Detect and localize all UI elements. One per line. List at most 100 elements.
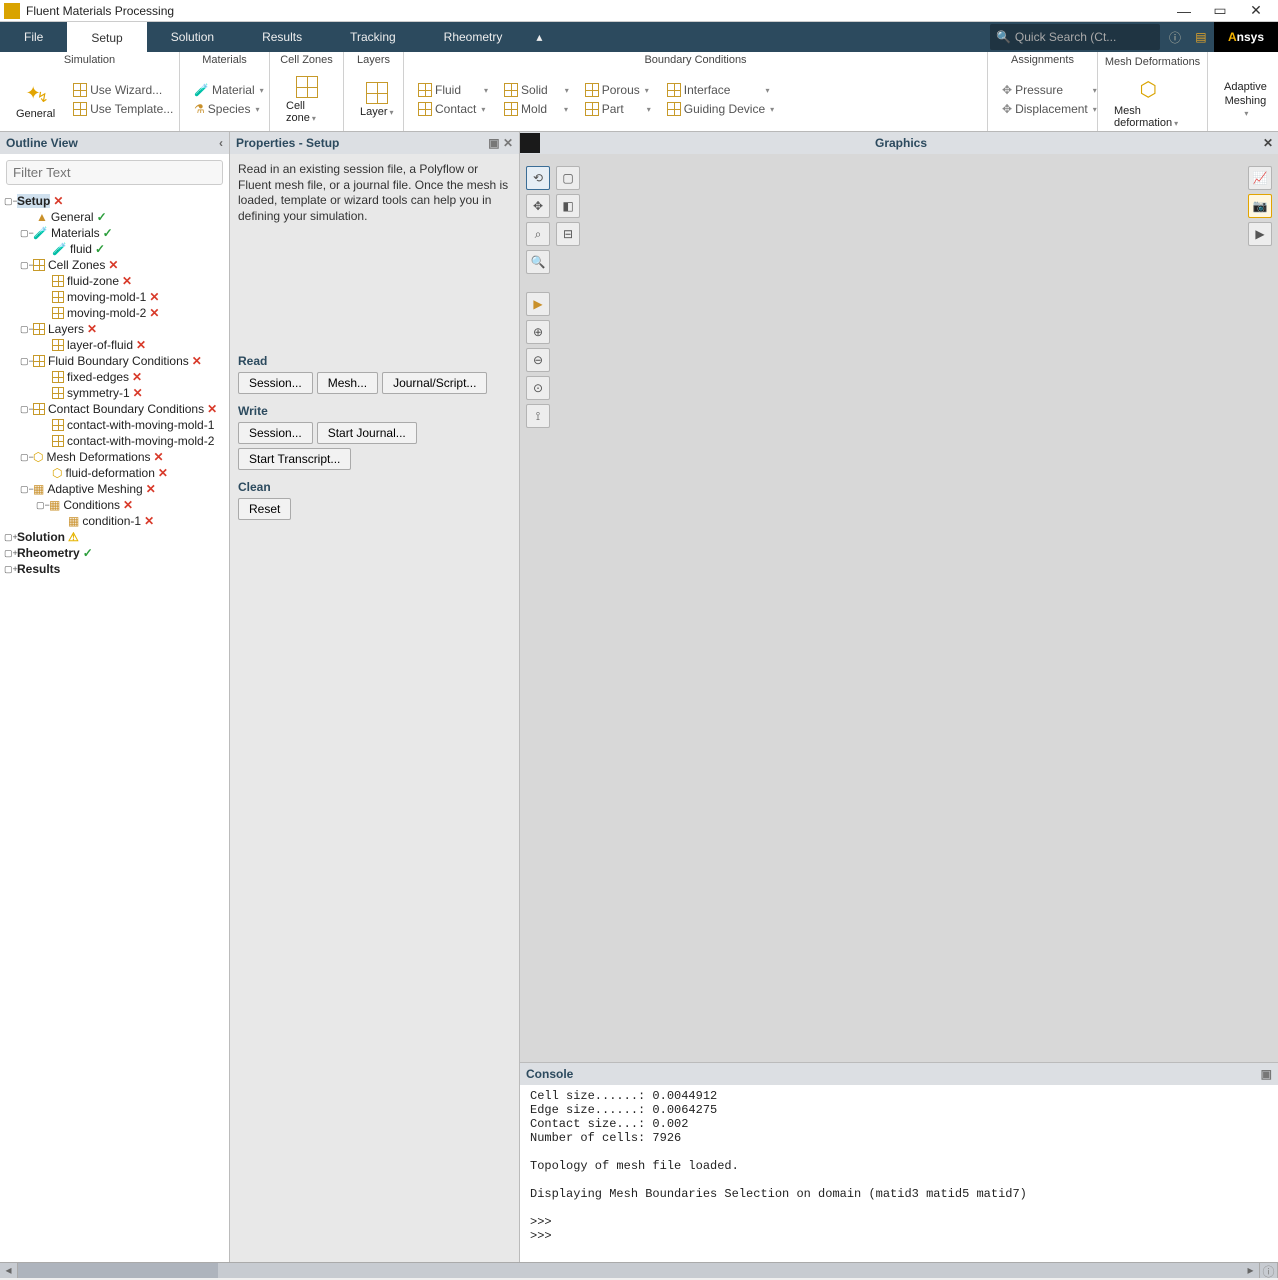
tree-cbc[interactable]: Contact Boundary Conditions xyxy=(48,402,204,416)
console-popout-icon[interactable]: ▣ xyxy=(1261,1067,1272,1081)
read-mesh-button[interactable]: Mesh... xyxy=(317,372,378,394)
expand-icon[interactable]: ▢− xyxy=(20,404,30,415)
fit-view-button[interactable]: ⟲ xyxy=(526,166,550,190)
layout-1-button[interactable]: ▢ xyxy=(556,166,580,190)
expand-icon[interactable]: ▢− xyxy=(20,452,30,463)
menu-rheometry[interactable]: Rheometry xyxy=(420,22,527,52)
layer-button[interactable]: Layer▾ xyxy=(350,70,404,129)
menu-file[interactable]: File xyxy=(0,22,67,52)
layout-2-button[interactable]: ◧ xyxy=(556,194,580,218)
tree-adaptive[interactable]: Adaptive Meshing xyxy=(47,482,142,496)
bc-solid-button[interactable]: Solid▾ xyxy=(500,82,573,98)
general-button[interactable]: ✦ ↯ General xyxy=(6,70,65,129)
displacement-button[interactable]: ✥Displacement▾ xyxy=(998,101,1101,117)
tree-fixededges[interactable]: fixed-edges xyxy=(67,370,129,384)
snapshot-button[interactable]: 📷 xyxy=(1248,194,1272,218)
cellzone-button[interactable]: Cell zone▾ xyxy=(276,70,337,129)
maximize-button[interactable]: ▭ xyxy=(1202,2,1238,19)
tree-meshdef[interactable]: Mesh Deformations xyxy=(46,450,150,464)
tree-mmold1[interactable]: moving-mold-1 xyxy=(67,290,146,304)
quick-search[interactable]: 🔍 Quick Search (Ct... xyxy=(990,24,1160,50)
menu-setup[interactable]: Setup xyxy=(67,22,146,52)
tree-fluiddef[interactable]: fluid-deformation xyxy=(65,466,154,480)
write-session-button[interactable]: Session... xyxy=(238,422,313,444)
reset-button[interactable]: Reset xyxy=(238,498,291,520)
tree-results[interactable]: Results xyxy=(17,562,60,576)
bc-fluid-button[interactable]: Fluid▾ xyxy=(414,82,492,98)
tree-fluid[interactable]: fluid xyxy=(70,242,92,256)
read-journal-button[interactable]: Journal/Script... xyxy=(382,372,487,394)
expand-icon[interactable]: ▢+ xyxy=(4,564,14,575)
zoom-out-button[interactable]: ⊖ xyxy=(526,348,550,372)
tree-cmmold1[interactable]: contact-with-moving-mold-1 xyxy=(67,418,214,432)
help-button[interactable]: ⓘ xyxy=(1162,22,1188,52)
bc-part-button[interactable]: Part▾ xyxy=(581,101,655,117)
material-button[interactable]: 🧪Material▾ xyxy=(190,82,268,98)
start-journal-button[interactable]: Start Journal... xyxy=(317,422,417,444)
adaptive-meshing-button[interactable]: Adaptive Meshing ▾ xyxy=(1214,70,1277,129)
close-panel-icon[interactable]: ✕ xyxy=(503,136,513,150)
tree-cond1[interactable]: condition-1 xyxy=(82,514,141,528)
read-session-button[interactable]: Session... xyxy=(238,372,313,394)
bc-guiding-button[interactable]: Guiding Device▾ xyxy=(663,101,778,117)
tree-conditions[interactable]: Conditions xyxy=(63,498,120,512)
zoom-button[interactable]: 🔍 xyxy=(526,250,550,274)
scroll-right-button[interactable]: ▸ xyxy=(1242,1263,1260,1278)
tree-fluidzone[interactable]: fluid-zone xyxy=(67,274,119,288)
chart-button[interactable]: 📈 xyxy=(1248,166,1272,190)
zoom-in-button[interactable]: ⊕ xyxy=(526,320,550,344)
expand-icon[interactable]: ▢+ xyxy=(4,532,14,543)
tree-cellzones[interactable]: Cell Zones xyxy=(48,258,105,272)
zoom-box-button[interactable]: ⌕ xyxy=(526,222,550,246)
bc-porous-button[interactable]: Porous▾ xyxy=(581,82,655,98)
bc-contact-button[interactable]: Contact▾ xyxy=(414,101,492,117)
tree-general[interactable]: General xyxy=(51,210,94,224)
tree-layers[interactable]: Layers xyxy=(48,322,84,336)
console-output[interactable]: Cell size......: 0.0044912 Edge size....… xyxy=(520,1085,1278,1262)
graphics-close-icon[interactable]: ✕ xyxy=(1258,136,1278,150)
outline-filter-input[interactable] xyxy=(6,160,223,185)
use-template-button[interactable]: Use Template... xyxy=(69,101,177,117)
expand-icon[interactable]: ▢+ xyxy=(4,548,14,559)
reset-zoom-button[interactable]: ⊙ xyxy=(526,376,550,400)
collapse-icon[interactable]: ‹ xyxy=(219,136,223,150)
tree-cmmold2[interactable]: contact-with-moving-mold-2 xyxy=(67,434,214,448)
pressure-button[interactable]: ✥Pressure▾ xyxy=(998,82,1101,98)
menu-solution[interactable]: Solution xyxy=(147,22,238,52)
menu-results[interactable]: Results xyxy=(238,22,326,52)
minimize-button[interactable]: — xyxy=(1166,3,1202,19)
tree-materials[interactable]: Materials xyxy=(51,226,100,240)
tree-setup[interactable]: Setup xyxy=(17,194,50,208)
expand-icon[interactable]: ▢− xyxy=(20,324,30,335)
popout-icon[interactable]: ▣ xyxy=(488,136,499,150)
close-button[interactable]: ✕ xyxy=(1238,2,1274,19)
menu-tracking[interactable]: Tracking xyxy=(326,22,420,52)
pan-button[interactable]: ✥ xyxy=(526,194,550,218)
tree-symmetry1[interactable]: symmetry-1 xyxy=(67,386,130,400)
tree-fbc[interactable]: Fluid Boundary Conditions xyxy=(48,354,189,368)
mesh-deformation-button[interactable]: ⬡ Mesh deformation▾ xyxy=(1104,77,1201,129)
tree-rheometry[interactable]: Rheometry xyxy=(17,546,80,560)
expand-icon[interactable]: ▢− xyxy=(20,260,30,271)
status-info-icon[interactable]: ⓘ xyxy=(1260,1263,1278,1278)
start-transcript-button[interactable]: Start Transcript... xyxy=(238,448,351,470)
species-button[interactable]: ⚗Species▾ xyxy=(190,101,268,117)
layout-button[interactable]: ▤ xyxy=(1188,22,1214,52)
axes-button[interactable]: ⟟ xyxy=(526,404,550,428)
tree-solution[interactable]: Solution xyxy=(17,530,65,544)
layout-3-button[interactable]: ⊟ xyxy=(556,222,580,246)
scrollbar-thumb[interactable] xyxy=(18,1263,218,1278)
expand-icon[interactable]: ▢− xyxy=(36,500,46,511)
expand-icon[interactable]: ▢− xyxy=(20,228,30,239)
outline-tree[interactable]: ▢−Setup ✕ ▲General ✓ ▢−🧪Materials ✓ 🧪flu… xyxy=(0,191,229,1262)
scroll-left-button[interactable]: ◂ xyxy=(0,1263,18,1278)
expand-icon[interactable]: ▢− xyxy=(4,196,14,207)
expand-icon[interactable]: ▢− xyxy=(20,484,30,495)
bc-mold-button[interactable]: Mold▾ xyxy=(500,101,573,117)
bc-interface-button[interactable]: Interface▾ xyxy=(663,82,778,98)
tree-mmold2[interactable]: moving-mold-2 xyxy=(67,306,146,320)
expand-icon[interactable]: ▢− xyxy=(20,356,30,367)
probe-button[interactable]: ▶ xyxy=(526,292,550,316)
menu-more[interactable]: ▴ xyxy=(526,22,552,52)
use-wizard-button[interactable]: Use Wizard... xyxy=(69,82,177,98)
